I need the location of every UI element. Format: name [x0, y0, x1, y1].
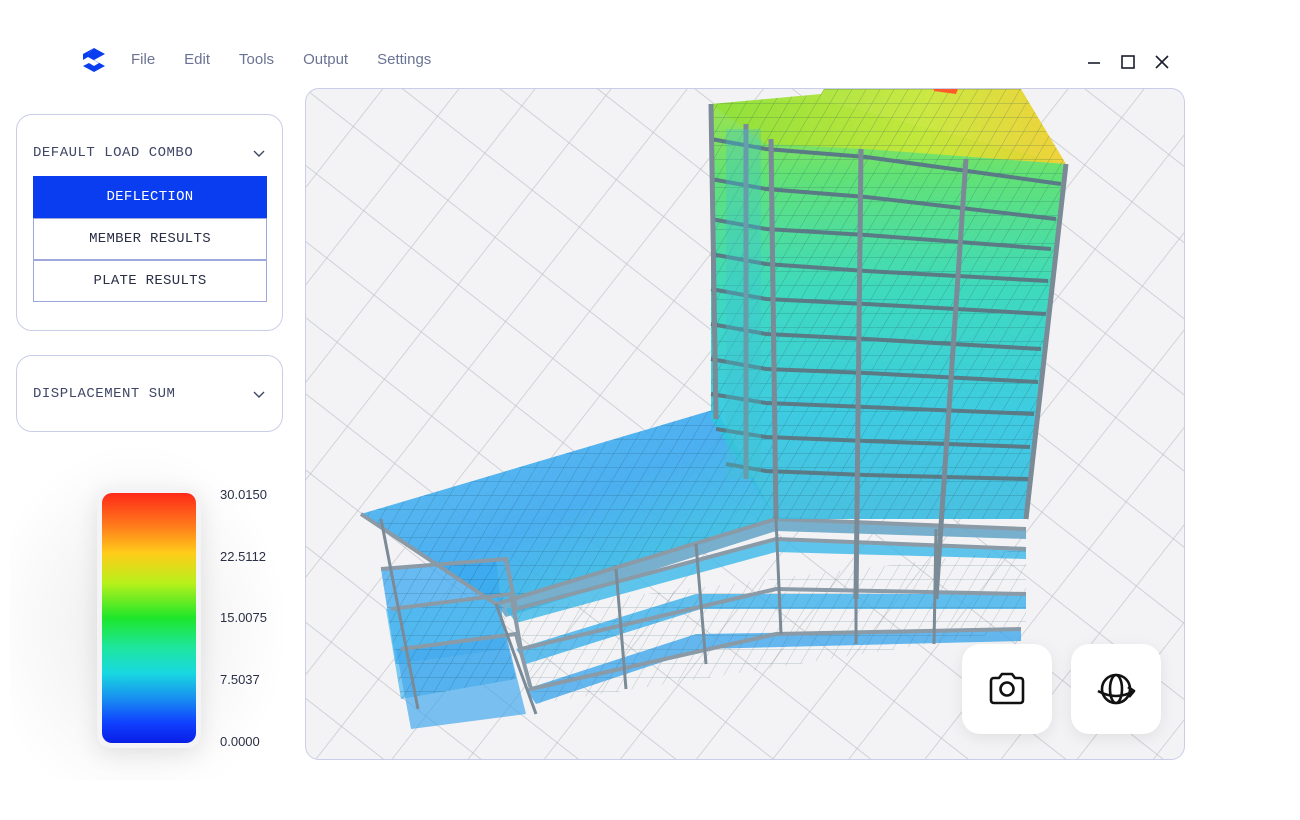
load-combo-value: DEFAULT LOAD COMBO	[33, 145, 194, 161]
menu-output[interactable]: Output	[303, 50, 348, 70]
result-type-value: DISPLACEMENT SUM	[33, 386, 176, 402]
legend-gradient	[102, 493, 196, 743]
close-button[interactable]	[1152, 52, 1172, 72]
legend-tick-min: 0.0000	[220, 734, 260, 749]
color-legend	[97, 488, 201, 748]
screenshot-button[interactable]	[962, 644, 1052, 734]
menu-tools[interactable]: Tools	[239, 50, 274, 70]
maximize-icon	[1121, 55, 1135, 69]
legend-tick-max: 30.0150	[220, 487, 267, 502]
menu-file[interactable]: File	[131, 50, 155, 70]
deflection-button[interactable]: DEFLECTION	[33, 176, 267, 218]
close-icon	[1155, 55, 1169, 69]
result-type-dropdown[interactable]: DISPLACEMENT SUM	[33, 382, 266, 406]
legend-tick: 15.0075	[220, 610, 267, 625]
window-controls	[1084, 52, 1172, 72]
menu-settings[interactable]: Settings	[377, 50, 431, 70]
camera-icon	[989, 672, 1025, 705]
model-viewport[interactable]	[305, 88, 1185, 760]
minimize-icon	[1088, 62, 1100, 64]
structure-model	[306, 89, 1184, 759]
app-logo-icon	[83, 48, 105, 72]
maximize-button[interactable]	[1118, 52, 1138, 72]
load-combo-panel: DEFAULT LOAD COMBO DEFLECTION MEMBER RES…	[16, 114, 283, 331]
result-type-panel: DISPLACEMENT SUM	[16, 355, 283, 432]
orbit-icon	[1097, 673, 1136, 705]
member-results-button[interactable]: MEMBER RESULTS	[33, 218, 267, 260]
chevron-down-icon	[253, 150, 265, 157]
app-window: File Edit Tools Output Settings DEFAULT …	[0, 0, 1300, 820]
minimize-button[interactable]	[1084, 52, 1104, 72]
legend-tick: 22.5112	[220, 549, 267, 564]
menu-edit[interactable]: Edit	[184, 50, 210, 70]
orbit-view-button[interactable]	[1071, 644, 1161, 734]
legend-tick: 7.5037	[220, 672, 260, 687]
chevron-down-icon	[253, 391, 265, 398]
plate-results-button[interactable]: PLATE RESULTS	[33, 260, 267, 302]
load-combo-dropdown[interactable]: DEFAULT LOAD COMBO	[33, 141, 266, 165]
menu-bar: File Edit Tools Output Settings	[131, 50, 431, 70]
